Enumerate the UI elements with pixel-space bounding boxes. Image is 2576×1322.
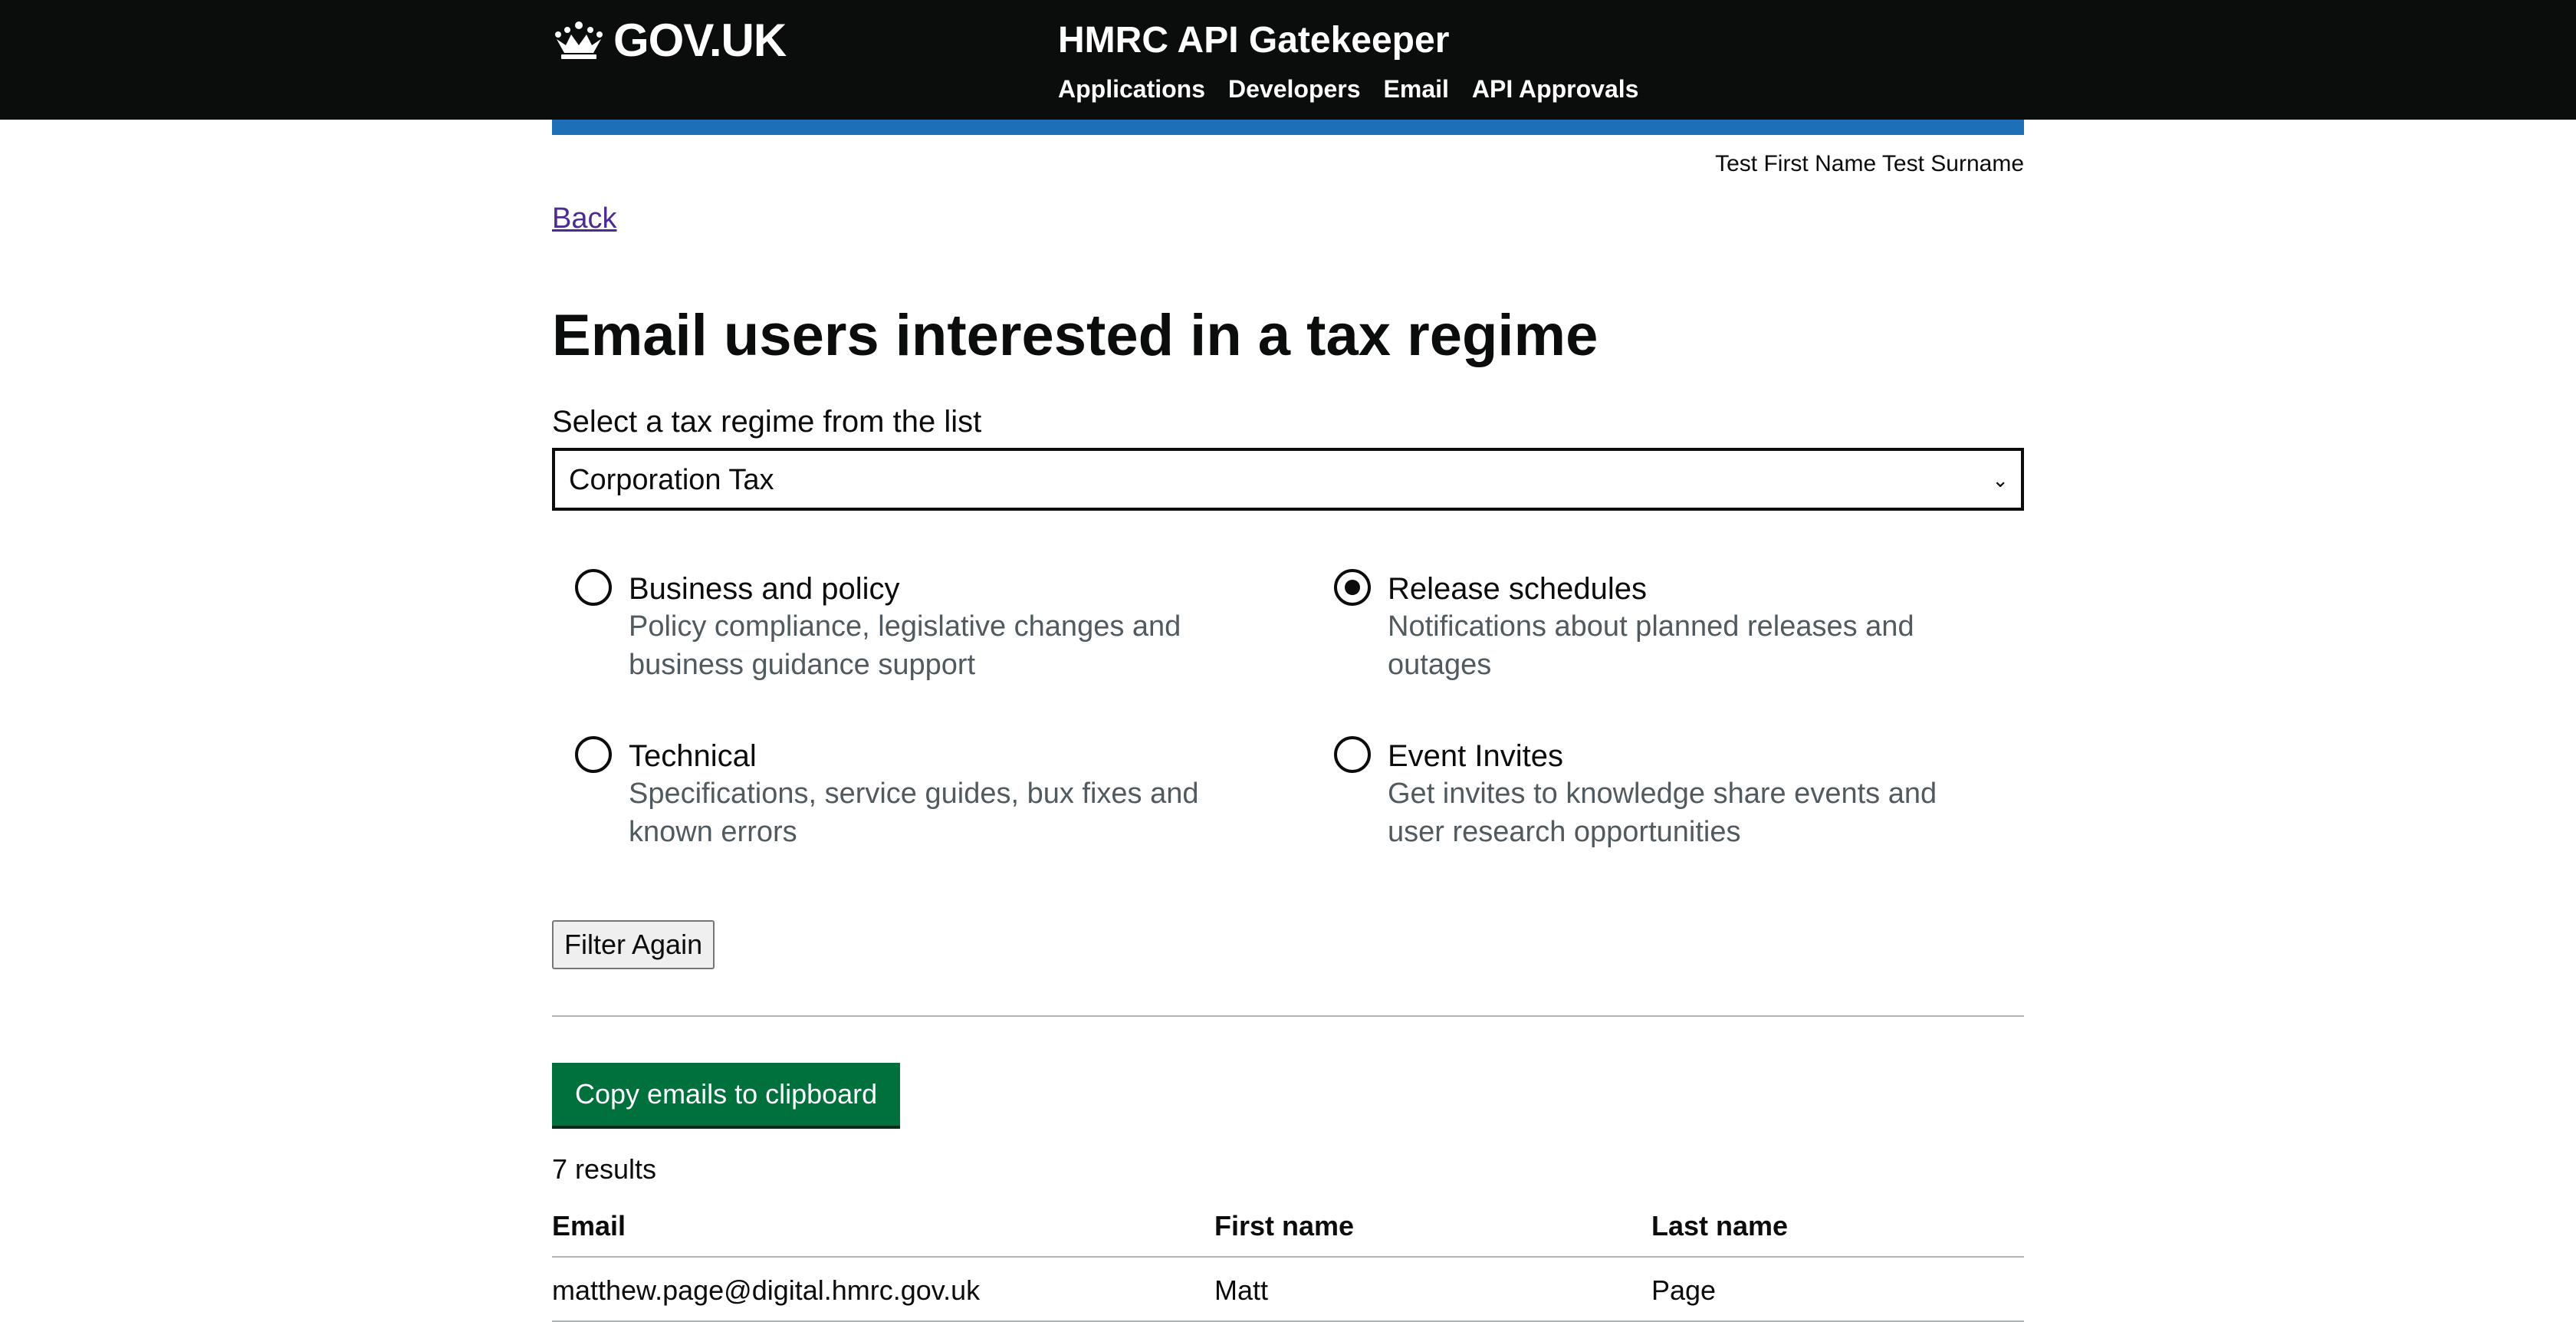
cell-email: matthew.page@digital.hmrc.gov.uk	[552, 1257, 1214, 1322]
page-title: Email users interested in a tax regime	[552, 303, 1598, 368]
govuk-header: GOV.UK HMRC API Gatekeeper Applications …	[0, 0, 2576, 135]
topic-hint: Get invites to knowledge share events an…	[1388, 778, 1937, 848]
nav-email[interactable]: Email	[1384, 72, 1449, 106]
govuk-logo-text: GOV.UK	[613, 15, 787, 66]
back-link[interactable]: Back	[552, 199, 616, 238]
results-table: Email First name Last name matthew.page@…	[552, 1202, 2024, 1322]
column-header-first-name: First name	[1214, 1202, 1651, 1258]
tax-regime-select[interactable]: Corporation Tax ⌄	[552, 448, 2024, 511]
copy-emails-button[interactable]: Copy emails to clipboard	[552, 1063, 901, 1126]
radio-button[interactable]	[575, 569, 612, 606]
table-header-row: Email First name Last name	[552, 1202, 2024, 1258]
tax-regime-label: Select a tax regime from the list	[552, 405, 982, 439]
nav-api-approvals[interactable]: API Approvals	[1472, 72, 1639, 106]
header-accent-bar	[552, 120, 2024, 135]
chevron-down-icon: ⌄	[1992, 469, 2009, 492]
nav-developers[interactable]: Developers	[1228, 72, 1361, 106]
crown-icon	[555, 21, 603, 59]
topic-label: Technical	[629, 739, 757, 773]
radio-button-selected[interactable]	[1334, 569, 1371, 606]
tax-regime-selected-value: Corporation Tax	[569, 464, 774, 496]
column-header-last-name: Last name	[1651, 1202, 2024, 1258]
topic-hint: Specifications, service guides, bux fixe…	[629, 778, 1199, 848]
nav-applications[interactable]: Applications	[1058, 72, 1205, 106]
topic-label: Event Invites	[1388, 739, 1564, 773]
header-navigation: Applications Developers Email API Approv…	[1058, 72, 1638, 106]
column-header-email: Email	[552, 1202, 1214, 1258]
service-name-link[interactable]: HMRC API Gatekeeper	[1058, 14, 1449, 67]
cell-first-name: Matt	[1214, 1257, 1651, 1322]
table-row: matthew.page@digital.hmrc.gov.uk Matt Pa…	[552, 1257, 2024, 1322]
radio-button[interactable]	[575, 736, 612, 773]
topic-hint: Notifications about planned releases and…	[1388, 610, 1914, 681]
logged-in-user-name: Test First Name Test Surname	[1715, 151, 2024, 176]
radio-button[interactable]	[1334, 736, 1371, 773]
govuk-logo-link[interactable]: GOV.UK	[552, 14, 787, 67]
topic-label: Release schedules	[1388, 572, 1647, 606]
cell-last-name: Page	[1651, 1257, 2024, 1322]
section-divider	[552, 1015, 2024, 1017]
filter-again-button[interactable]: Filter Again	[552, 920, 715, 969]
results-count: 7 results	[552, 1153, 657, 1185]
topic-hint: Policy compliance, legislative changes a…	[629, 610, 1181, 681]
topic-label: Business and policy	[629, 572, 900, 606]
